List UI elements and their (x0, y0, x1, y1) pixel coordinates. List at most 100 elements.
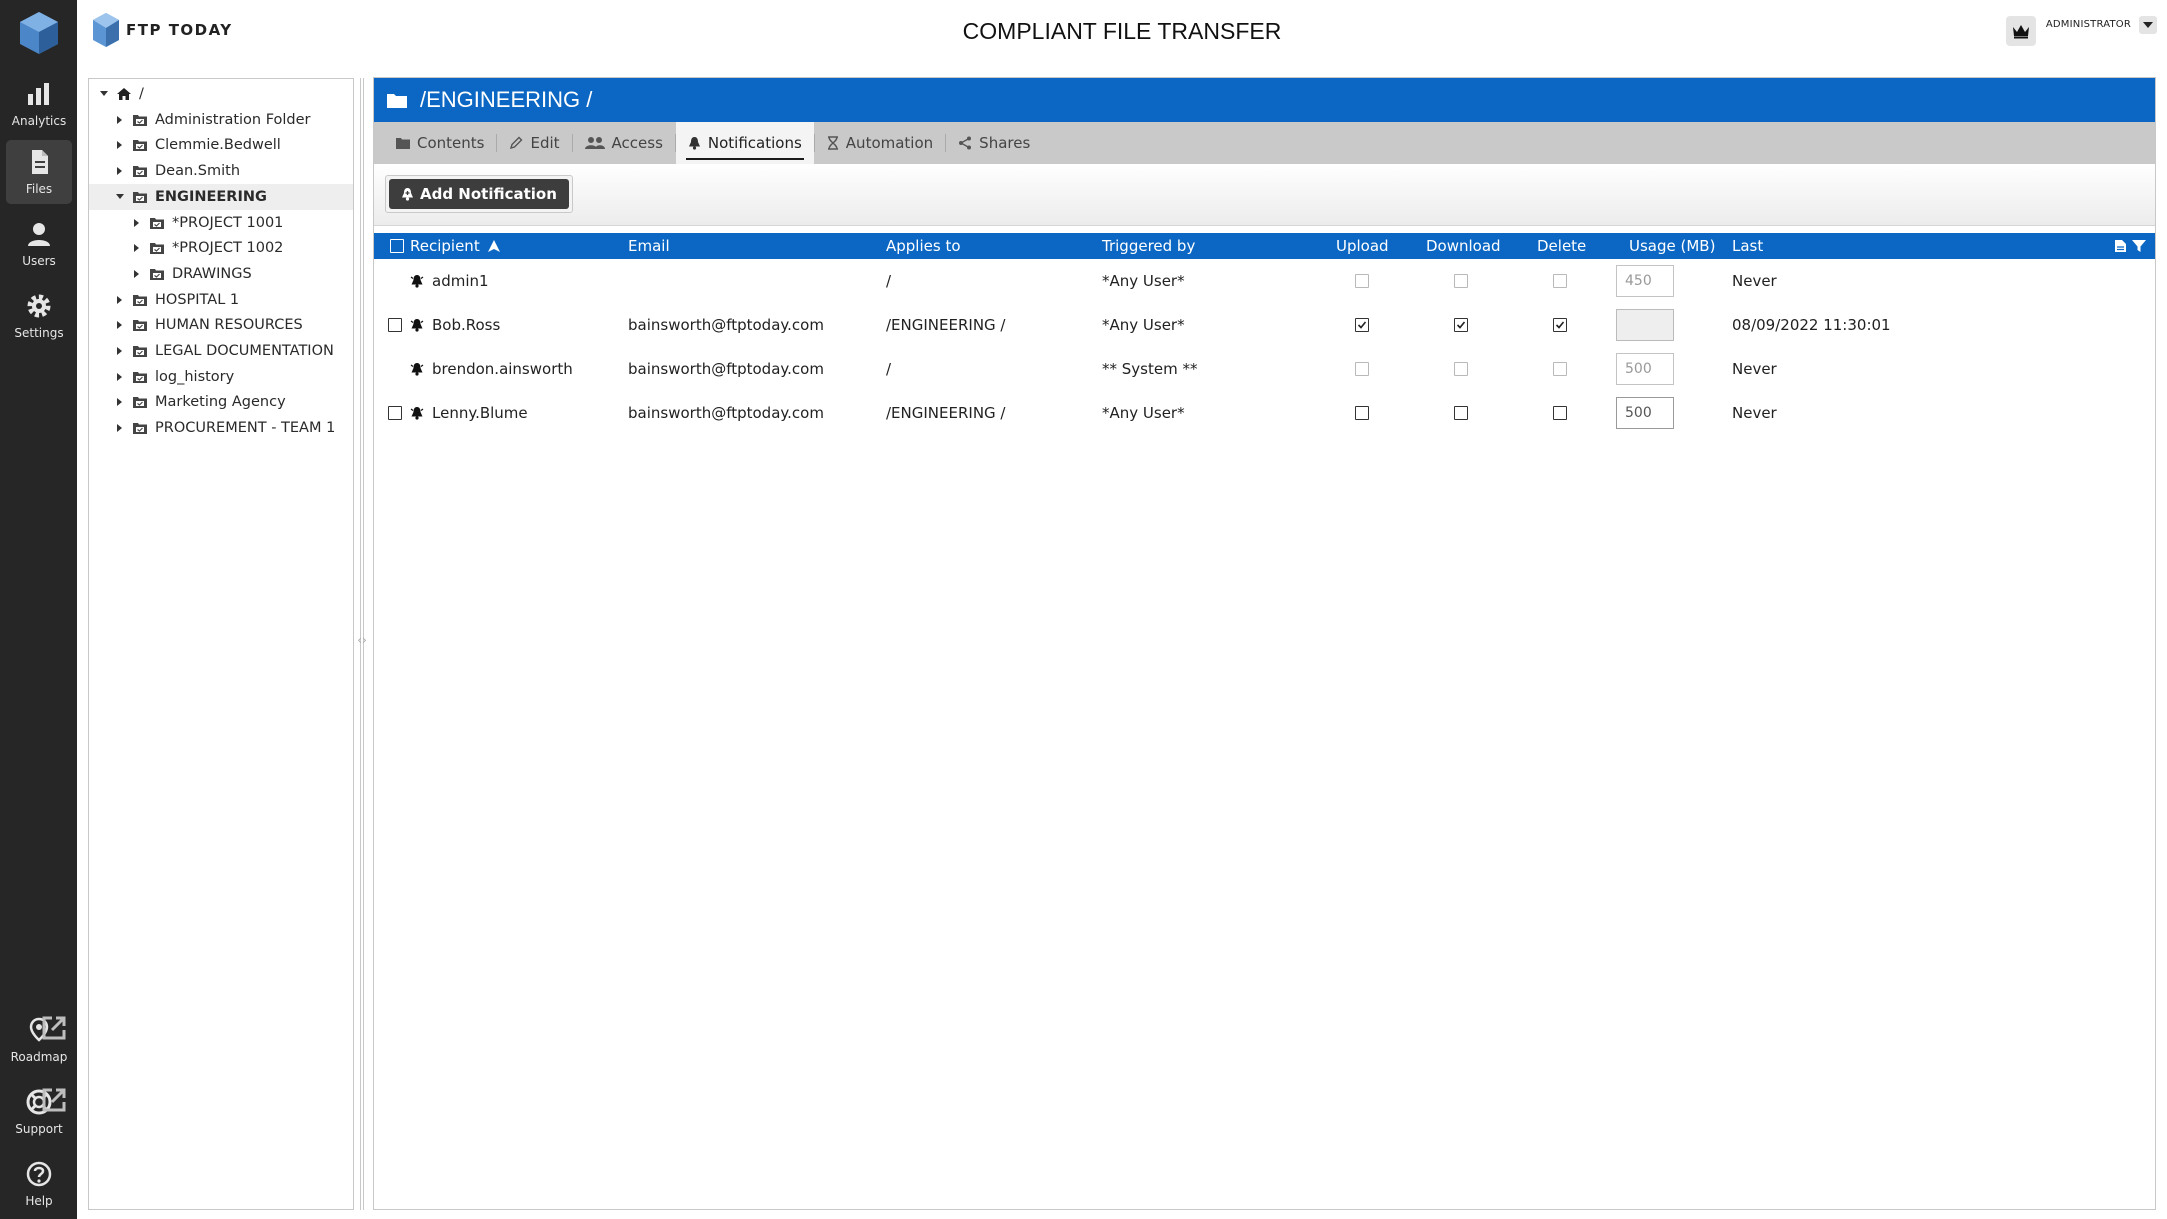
caret-right-icon[interactable] (115, 423, 125, 433)
shared-folder-icon (133, 345, 147, 357)
tab-access[interactable]: Access (573, 122, 675, 164)
triggered-by-value: *Any User* (1102, 272, 1185, 290)
download-checkbox (1454, 347, 1468, 391)
bell-icon (688, 137, 700, 150)
folder-path-bar: /ENGINEERING / (374, 78, 2155, 122)
caret-right-icon[interactable] (115, 320, 125, 330)
nav-files[interactable]: Files (6, 140, 72, 204)
tree-item[interactable]: Administration Folder (89, 107, 353, 133)
delete-checkbox[interactable] (1553, 303, 1567, 347)
folder-icon (387, 94, 407, 108)
caret-down-icon[interactable] (99, 89, 109, 99)
tab-shares[interactable]: Shares (946, 122, 1042, 164)
download-checkbox[interactable] (1454, 391, 1468, 435)
usage-field[interactable] (1616, 303, 1674, 347)
nav-help[interactable]: Help (6, 1152, 72, 1216)
user-menu[interactable]: ADMINISTRATOR (2005, 16, 2157, 46)
select-all-checkbox[interactable] (390, 233, 404, 259)
row-select-checkbox[interactable] (388, 391, 402, 435)
tree-root[interactable]: / (89, 81, 353, 107)
tab-contents[interactable]: Contents (384, 122, 496, 164)
upload-checkbox[interactable] (1355, 303, 1369, 347)
tree-item[interactable]: Clemmie.Bedwell (89, 132, 353, 158)
caret-right-icon[interactable] (115, 346, 125, 356)
nav-settings[interactable]: Settings (6, 284, 72, 348)
brand-logo-icon (93, 13, 119, 47)
col-usage[interactable]: Usage (MB) (1629, 233, 1715, 259)
col-last[interactable]: Last (1732, 233, 1763, 259)
row-select-checkbox[interactable] (388, 303, 402, 347)
usage-value[interactable] (1616, 309, 1674, 341)
tree-item[interactable]: *PROJECT 1002 (89, 235, 353, 261)
col-applies-to[interactable]: Applies to (886, 233, 961, 259)
export-icon[interactable] (2114, 233, 2127, 259)
folder-details-panel: /ENGINEERING / Contents Edit Access Noti… (373, 77, 2156, 1210)
tree-item-label: Marketing Agency (155, 394, 286, 411)
table-row[interactable]: admin1 / *Any User* 450 Never (374, 259, 2155, 303)
recipient-cell: admin1 (410, 259, 489, 303)
brand-logo[interactable]: FTP TODAY (92, 12, 233, 48)
col-email[interactable]: Email (628, 233, 670, 259)
tab-notifications-label: Notifications (707, 134, 802, 152)
col-delete[interactable]: Delete (1537, 233, 1586, 259)
col-triggered-by[interactable]: Triggered by (1102, 233, 1195, 259)
splitter-grip-icon[interactable]: ‹› (354, 630, 370, 650)
app-title: COMPLIANT FILE TRANSFER (962, 18, 1282, 44)
email-cell: bainsworth@ftptoday.com (628, 347, 824, 391)
tree-item[interactable]: Marketing Agency (89, 389, 353, 415)
upload-checkbox[interactable] (1355, 391, 1369, 435)
nav-support[interactable]: Support (6, 1080, 72, 1144)
delete-checkbox[interactable] (1553, 391, 1567, 435)
tree-item[interactable]: DRAWINGS (89, 261, 353, 287)
email-value: bainsworth@ftptoday.com (628, 404, 824, 422)
col-delete-label: Delete (1537, 237, 1587, 255)
col-recipient[interactable]: Recipient (410, 233, 500, 259)
tab-edit[interactable]: Edit (497, 122, 571, 164)
table-row[interactable]: Bob.Ross bainsworth@ftptoday.com/ENGINEER… (374, 303, 2155, 347)
add-notification-button[interactable]: Add Notification (389, 179, 569, 209)
notification-bell-icon (410, 406, 424, 420)
usage-field[interactable]: 500 (1616, 391, 1674, 435)
user-menu-dropdown[interactable] (2139, 16, 2157, 34)
caret-right-icon[interactable] (132, 243, 142, 253)
caret-right-icon[interactable] (132, 269, 142, 279)
caret-right-icon[interactable] (115, 372, 125, 382)
tab-shares-label: Shares (979, 134, 1031, 152)
col-download[interactable]: Download (1426, 233, 1501, 259)
tree-item[interactable]: HUMAN RESOURCES (89, 312, 353, 338)
table-row[interactable]: brendon.ainsworth bainsworth@ftptoday.com… (374, 347, 2155, 391)
caret-down-icon[interactable] (115, 192, 125, 202)
usage-field: 450 (1616, 259, 1674, 303)
shared-folder-icon (133, 371, 147, 383)
tree-item[interactable]: log_history (89, 364, 353, 390)
shared-folder-icon (150, 268, 164, 280)
tree-item[interactable]: LEGAL DOCUMENTATION (89, 338, 353, 364)
tree-item-label: log_history (155, 368, 235, 385)
nav-roadmap[interactable]: Roadmap (6, 1008, 72, 1072)
tree-item[interactable]: ENGINEERING (89, 183, 353, 210)
tree-item[interactable]: *PROJECT 1001 (89, 210, 353, 236)
tree-item[interactable]: PROCUREMENT - TEAM 1 (89, 415, 353, 441)
nav-users[interactable]: Users (6, 212, 72, 276)
tab-automation[interactable]: Automation (815, 122, 945, 164)
col-upload[interactable]: Upload (1336, 233, 1389, 259)
tree-item[interactable]: Dean.Smith (89, 158, 353, 184)
tab-notifications[interactable]: Notifications (675, 122, 814, 164)
tree-item[interactable]: HOSPITAL 1 (89, 287, 353, 313)
table-row[interactable]: Lenny.Blume bainsworth@ftptoday.com/ENGIN… (374, 391, 2155, 435)
filter-icon[interactable] (2132, 233, 2146, 259)
nav-analytics[interactable]: Analytics (6, 72, 72, 136)
usage-value[interactable]: 500 (1616, 397, 1674, 429)
left-nav: Analytics Files Users Settings Roadmap S… (0, 0, 77, 1219)
email-value: bainsworth@ftptoday.com (628, 316, 824, 334)
caret-right-icon[interactable] (115, 140, 125, 150)
download-checkbox[interactable] (1454, 303, 1468, 347)
caret-right-icon[interactable] (115, 295, 125, 305)
app-logo-icon[interactable] (18, 10, 60, 56)
shared-folder-icon (133, 165, 147, 178)
caret-right-icon[interactable] (115, 397, 125, 407)
caret-right-icon[interactable] (115, 166, 125, 176)
last-cell: Never (1732, 391, 1777, 435)
caret-right-icon[interactable] (115, 115, 125, 125)
caret-right-icon[interactable] (132, 218, 142, 228)
